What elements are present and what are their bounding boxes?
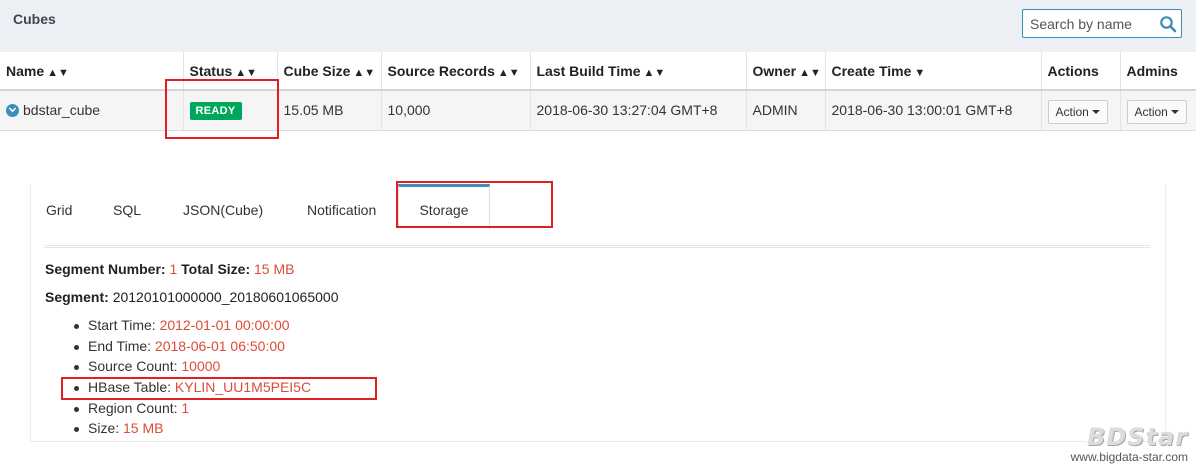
segment-name-value: 20120101000000_20180601065000	[112, 289, 339, 305]
tab-grid[interactable]: Grid	[46, 202, 72, 218]
list-item: End Time: 2018-06-01 06:50:00	[68, 338, 311, 359]
list-item: Region Count: 1	[68, 400, 311, 421]
column-header-last-build-time[interactable]: Last Build Time ▲▼	[529, 52, 746, 91]
column-header-admins: Admins	[1119, 52, 1196, 91]
segment-details-list: Start Time: 2012-01-01 00:00:00 End Time…	[68, 317, 311, 441]
column-header-status[interactable]: Status ▲▼	[182, 52, 277, 91]
caret-down-icon	[1091, 109, 1100, 114]
watermark-url: www.bigdata-star.com	[1070, 450, 1188, 464]
chevron-down-circle-icon[interactable]	[6, 104, 19, 118]
action-dropdown-button[interactable]: Action	[1047, 99, 1108, 124]
list-item: Source Count: 10000	[68, 358, 311, 379]
detail-tabs: Grid SQL JSON(Cube) Notification	[30, 184, 1166, 231]
column-header-owner[interactable]: Owner ▲▼	[745, 52, 825, 91]
sort-icon: ▲▼	[353, 66, 376, 79]
cell-last-build-time: 2018-06-30 13:27:04 GMT+8	[529, 90, 746, 131]
sort-icon: ▲▼	[235, 66, 258, 79]
cubes-table: Name ▲▼ Status ▲▼ Cube Size ▲▼ Source Recor…	[0, 52, 1196, 131]
search-box[interactable]	[1022, 9, 1182, 38]
segment-summary: Segment Number: 1 Total Size: 15 MB	[45, 261, 295, 277]
page-title: Cubes	[13, 11, 56, 27]
caret-down-icon	[1170, 109, 1179, 114]
sort-icon: ▲▼	[497, 66, 520, 79]
sort-icon: ▲▼	[643, 66, 666, 79]
sort-desc-icon: ▼	[914, 66, 926, 79]
tab-sql[interactable]: SQL	[113, 202, 141, 218]
admin-action-dropdown-button[interactable]: Action	[1126, 99, 1187, 124]
cell-cube-size: 15.05 MB	[276, 90, 381, 131]
table-header-row: Name ▲▼ Status ▲▼ Cube Size ▲▼ Source Recor…	[0, 52, 1196, 91]
search-input[interactable]	[1023, 10, 1151, 37]
list-item: HBase Table: KYLIN_UU1M5PEI5C	[68, 379, 311, 400]
cell-name[interactable]: bdstar_cube	[0, 90, 183, 131]
column-header-source-records[interactable]: Source Records ▲▼	[380, 52, 530, 91]
table-row: bdstar_cube READY 15.05 MB 10,000 2018-0…	[0, 90, 1196, 131]
tab-notification[interactable]: Notification	[307, 202, 376, 218]
cell-admins: Action	[1119, 90, 1196, 131]
segment-number-value: 1	[169, 261, 178, 277]
tab-storage[interactable]: Storage	[398, 184, 490, 229]
search-icon[interactable]	[1159, 15, 1177, 33]
segment-name-line: Segment: 20120101000000_20180601065000	[45, 289, 339, 305]
watermark-logo: BDStar	[1086, 423, 1188, 451]
column-header-name[interactable]: Name ▲▼	[0, 52, 183, 91]
watermark: BDStar www.bigdata-star.com	[1040, 423, 1192, 467]
cell-owner: ADMIN	[745, 90, 825, 131]
sort-icon: ▲▼	[47, 66, 69, 79]
list-item: Start Time: 2012-01-01 00:00:00	[68, 317, 311, 338]
cubes-header-bar: Cubes	[0, 0, 1196, 52]
status-badge: READY	[189, 101, 242, 120]
cell-create-time: 2018-06-30 13:00:01 GMT+8	[824, 90, 1041, 131]
column-header-create-time[interactable]: Create Time ▼	[824, 52, 1041, 91]
cell-actions: Action	[1040, 90, 1120, 131]
cell-status: READY	[182, 90, 277, 131]
total-size-value: 15 MB	[254, 261, 295, 277]
tab-json-cube[interactable]: JSON(Cube)	[183, 202, 263, 218]
list-item: Size: 15 MB	[68, 420, 311, 441]
divider	[44, 245, 1150, 248]
column-header-cube-size[interactable]: Cube Size ▲▼	[276, 52, 381, 91]
sort-icon: ▲▼	[799, 66, 821, 79]
column-header-actions: Actions	[1040, 52, 1120, 91]
cell-source-records: 10,000	[380, 90, 530, 131]
